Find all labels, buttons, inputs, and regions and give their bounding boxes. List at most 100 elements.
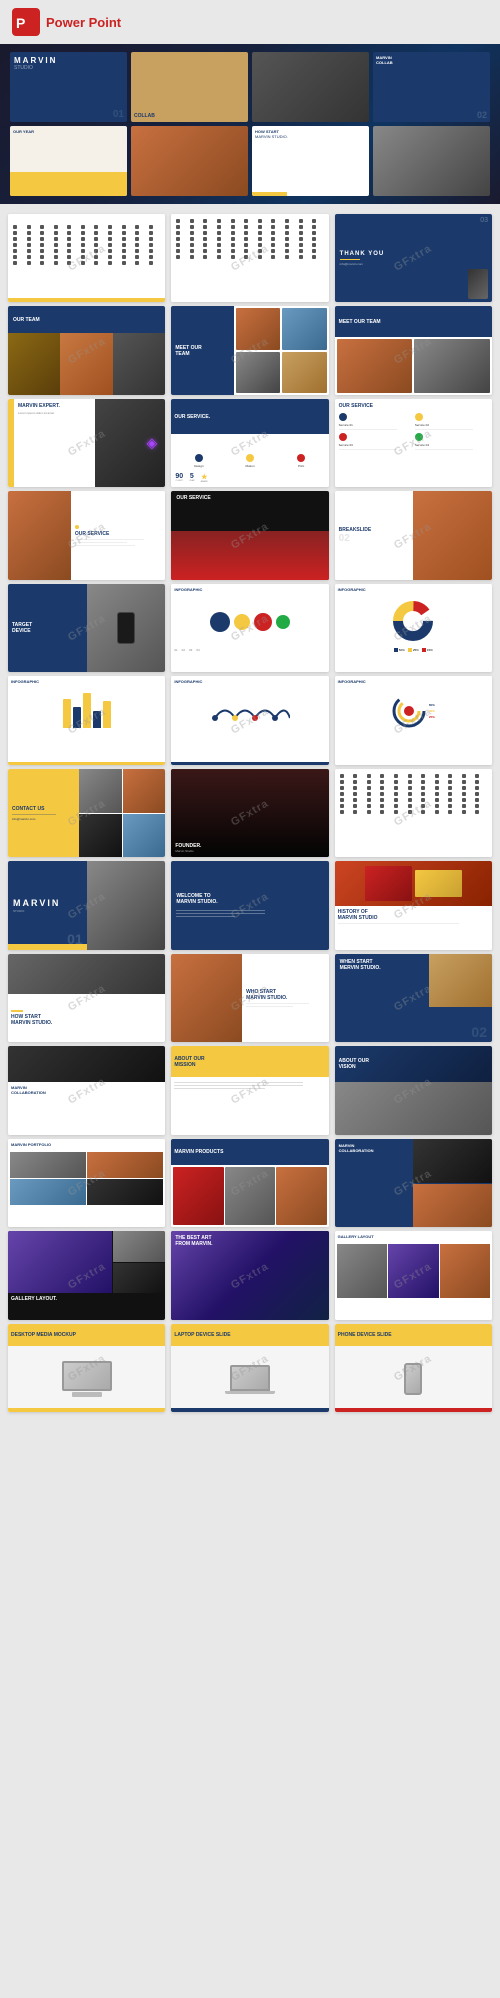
slide-row-1: GFxtra // Will be rendered via template xyxy=(8,214,492,302)
slide-infographic-circles: GFxtra INFOGRAPHIC 01 02 03 04 xyxy=(171,584,328,672)
header-title: Power Point xyxy=(46,15,121,30)
break-num: 02 xyxy=(339,533,410,544)
whostart-title: WHO STARTMARVIN STUDIO. xyxy=(246,989,325,1001)
slide-row-8: GFxtra MARVIN STUDIO 01 GFxtra WELCOME T… xyxy=(8,861,492,949)
contact-photo-2 xyxy=(123,769,166,813)
slide-laptop-device: GFxtra LAPTOP DEVICE SLIDE xyxy=(171,1324,328,1412)
slide-inner-26: WHO STARTMARVIN STUDIO. xyxy=(171,954,328,1042)
welcome-line-1 xyxy=(176,910,264,911)
pie-chart-svg xyxy=(393,601,433,641)
target-title: TARGETDEVICE xyxy=(12,622,83,634)
slide-history: GFxtra HISTORY OFMARVIN STUDIO xyxy=(335,861,492,949)
slide-row-6: GFxtra INFOGRAPHIC GFxtra INFOGRAPHIC xyxy=(8,676,492,764)
hero-slide-2: COLLAB xyxy=(131,52,248,122)
mission-line-3 xyxy=(174,1088,265,1089)
service-icon-2 xyxy=(246,454,254,462)
hero-slide-6 xyxy=(131,126,248,196)
meet-right xyxy=(234,306,328,394)
team-header: OUR TEAM xyxy=(8,306,165,333)
whostart-left xyxy=(171,954,242,1042)
slide-inner-11: OUR SERVICE xyxy=(171,491,328,579)
howstart-top xyxy=(8,954,165,994)
slide-inner-28: MARVINCOLLABORATION xyxy=(8,1046,165,1134)
mcd-img-1 xyxy=(413,1139,492,1183)
hero-slide-grid: MARVIN STUDIO 01 COLLAB MARVINCOLLAB 02 … xyxy=(10,52,490,196)
service-item-2: Motion xyxy=(225,437,274,484)
expert-accent xyxy=(8,399,14,487)
slide-row-4: GFxtra OUR SERVICE GFxtra OUR SERV xyxy=(8,491,492,579)
contact-title: CONTACT US xyxy=(12,806,75,812)
slide-service-1: GFxtra OUR SERVICE. Design Motion xyxy=(171,399,328,487)
team-photos xyxy=(8,333,165,395)
slide-wave-2: GFxtra INFOGRAPHIC xyxy=(171,676,328,764)
slide-inner-5: MEET OURTEAM xyxy=(171,306,328,394)
service-text-3: Print xyxy=(298,464,304,468)
gallery2-img-1 xyxy=(337,1244,387,1298)
slide-desktop-device: GFxtra DESKTOP MEDIA MOCKUP xyxy=(8,1324,165,1412)
slide-phone-device: GFxtra PHONE DEVICE SLIDE xyxy=(335,1324,492,1412)
slide-marvin-title: GFxtra MARVIN STUDIO 01 xyxy=(8,861,165,949)
desktop-shape xyxy=(62,1361,112,1391)
slide-inner-15: INFOGRAPHIC 50% 25% 15% xyxy=(335,584,492,672)
welcome-line-2 xyxy=(176,913,264,914)
contact-photo-4 xyxy=(123,814,166,858)
laptop-device-header: LAPTOP DEVICE SLIDE xyxy=(171,1324,328,1346)
slide-dark-service: GFxtra OUR SERVICE xyxy=(171,491,328,579)
product-img-2 xyxy=(225,1167,275,1225)
meet-photo-3 xyxy=(236,352,280,393)
contact-left: CONTACT US info@marvin.com xyxy=(8,769,79,857)
history-title: HISTORY OFMARVIN STUDIO xyxy=(338,909,489,921)
portfolio-title: MARVIN PORTFOLIO xyxy=(11,1142,162,1147)
gallery-sm-img-2 xyxy=(113,1263,165,1293)
gallery-grid xyxy=(8,1231,165,1293)
infographic-circle-2 xyxy=(234,614,250,630)
slide-icon-grid-2: GFxtra xyxy=(171,214,328,302)
products-title: MARVIN PRODUCTS xyxy=(174,1149,223,1155)
slide-inner-20: FOUNDER. Marvin Studio xyxy=(171,769,328,857)
mission-line-2 xyxy=(174,1085,303,1086)
infographic-circle-1 xyxy=(210,612,230,632)
neon-icon: ◈ xyxy=(147,435,158,452)
slide-vision: GFxtra ABOUT OURVISION xyxy=(335,1046,492,1134)
service-text-2: Motion xyxy=(245,464,254,468)
gallery2-img-3 xyxy=(440,1244,490,1298)
slide-our-team: GFxtra OUR TEAM xyxy=(8,306,165,394)
break-right xyxy=(413,491,492,579)
phone-device-content xyxy=(335,1346,492,1412)
bestArt-content: THE BEST ARTFROM MARVIN. xyxy=(171,1231,328,1251)
app-header: P Power Point xyxy=(0,0,500,44)
slide-meet-team-2: GFxtra MEET OUR TEAM xyxy=(335,306,492,394)
desktop-device-content xyxy=(8,1346,165,1412)
dark-service-img xyxy=(171,531,328,580)
slide-collab: GFxtra MARVINCOLLABORATION xyxy=(8,1046,165,1134)
slide-best-art: GFxtra THE BEST ARTFROM MARVIN. xyxy=(171,1231,328,1319)
product-img-1 xyxy=(173,1167,223,1225)
slide-icon-grid-3: GFxtra xyxy=(335,769,492,857)
mission-line-1 xyxy=(174,1082,303,1083)
ty-line xyxy=(340,259,360,260)
wave-svg xyxy=(210,698,290,723)
mission-header: ABOUT OURMISSION xyxy=(171,1046,328,1077)
yellow-accent-bar xyxy=(11,1010,23,1012)
marvin-yellow-bar xyxy=(8,944,87,950)
slide-row-3: GFxtra MARVIN EXPERT. Lorem ipsum dolor … xyxy=(8,399,492,487)
slide-pie-chart: GFxtra INFOGRAPHIC 50% 25% 15% xyxy=(335,584,492,672)
marvin-title-left: MARVIN STUDIO 01 xyxy=(8,861,87,949)
service-top: OUR SERVICE. xyxy=(171,399,328,434)
slide-inner-24: HISTORY OFMARVIN STUDIO xyxy=(335,861,492,949)
icon-dots-3 xyxy=(338,772,489,816)
infographic-ring-svg xyxy=(392,694,427,729)
slide-row-9: GFxtra HOW STARTMARVIN STUDIO. GFxtra WH… xyxy=(8,954,492,1042)
whenstart-img xyxy=(429,954,492,1007)
hero-slide-8 xyxy=(373,126,490,196)
laptop-device-content xyxy=(171,1346,328,1412)
portfolio-img-4 xyxy=(87,1179,163,1205)
laptop-device-title: LAPTOP DEVICE SLIDE xyxy=(174,1332,230,1338)
desktop-device-title: DESKTOP MEDIA MOCKUP xyxy=(11,1332,76,1338)
welcome-line-3 xyxy=(176,916,235,917)
slide-row-5: GFxtra TARGETDEVICE GFxtra INFOGRAPHIC xyxy=(8,584,492,672)
slide-thank-you: GFxtra 03 THANK YOU info@marvin.com xyxy=(335,214,492,302)
slide-row-11: GFxtra MARVIN PORTFOLIO GFxtra MARVIN PR… xyxy=(8,1139,492,1227)
slide-gallery-dark: GFxtra Gallery layout. xyxy=(8,1231,165,1319)
slide-inner-35: THE BEST ARTFROM MARVIN. xyxy=(171,1231,328,1319)
